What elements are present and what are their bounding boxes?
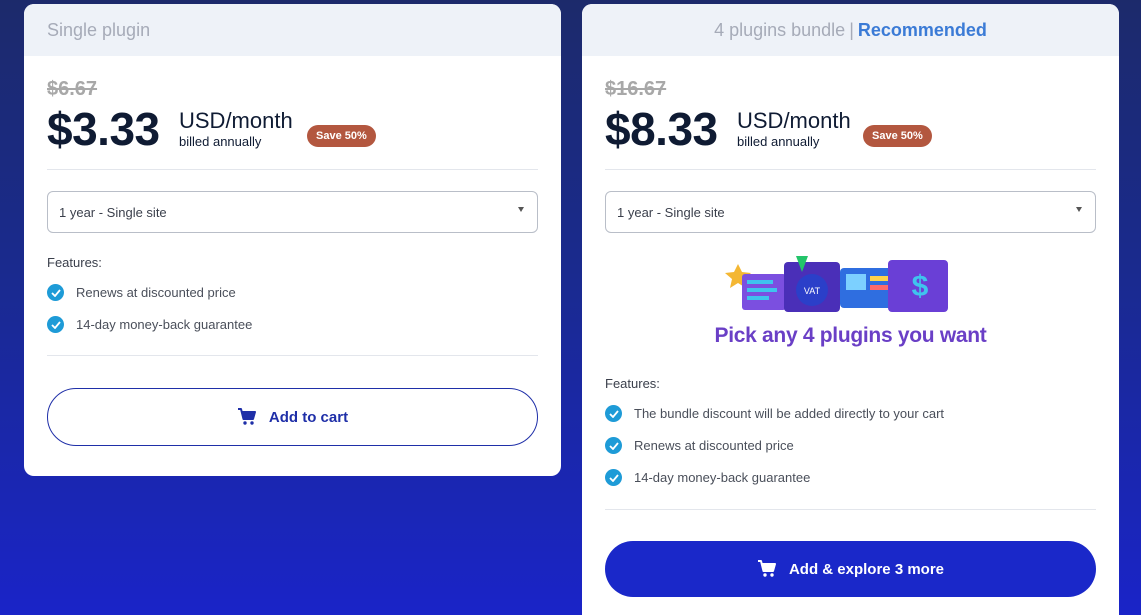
divider xyxy=(605,509,1096,510)
save-badge: Save 50% xyxy=(307,125,376,147)
cart-icon xyxy=(757,560,777,578)
card-header: 4 plugins bundle | Recommended xyxy=(582,4,1119,56)
features-label: Features: xyxy=(605,376,660,391)
promo-title: Pick any 4 plugins you want xyxy=(714,324,987,347)
bundle-card: 4 plugins bundle | Recommended $16.67 $8… xyxy=(582,4,1119,615)
current-price: $8.33 xyxy=(605,103,718,155)
cart-icon xyxy=(237,408,257,426)
license-select[interactable]: 1 year - Single site xyxy=(605,191,1096,233)
billing-period: billed annually xyxy=(179,134,262,149)
feature-item: Renews at discounted price xyxy=(605,437,794,454)
feature-item: Renews at discounted price xyxy=(47,284,236,301)
chevron-down-icon xyxy=(1076,207,1082,212)
license-select-value: 1 year - Single site xyxy=(59,204,167,220)
single-plugin-card: Single plugin $6.67 $3.33 USD/month bill… xyxy=(24,4,561,476)
feature-text: Renews at discounted price xyxy=(634,438,794,453)
feature-text: Renews at discounted price xyxy=(76,285,236,300)
check-circle-icon xyxy=(605,437,622,454)
check-circle-icon xyxy=(47,316,64,333)
save-badge: Save 50% xyxy=(863,125,932,147)
original-price: $16.67 xyxy=(605,78,667,100)
feature-text: 14-day money-back guarantee xyxy=(76,317,253,332)
plan-title: Single plugin xyxy=(47,19,151,40)
feature-text: 14-day money-back guarantee xyxy=(634,470,811,485)
header-separator: | xyxy=(849,19,854,40)
divider xyxy=(47,169,538,170)
license-select[interactable]: 1 year - Single site xyxy=(47,191,538,233)
chevron-down-icon xyxy=(518,207,524,212)
svg-text:VAT: VAT xyxy=(804,286,821,296)
price-unit: USD/month xyxy=(737,108,851,133)
divider xyxy=(605,169,1096,170)
feature-item: 14-day money-back guarantee xyxy=(605,469,810,486)
recommended-label: Recommended xyxy=(857,19,987,40)
original-price: $6.67 xyxy=(47,78,98,100)
check-circle-icon xyxy=(605,469,622,486)
add-and-explore-button[interactable]: Add & explore 3 more xyxy=(605,541,1096,597)
license-select-value: 1 year - Single site xyxy=(617,204,725,220)
features-label: Features: xyxy=(47,255,102,270)
price-unit: USD/month xyxy=(179,108,293,133)
current-price: $3.33 xyxy=(47,103,160,155)
billing-period: billed annually xyxy=(737,134,820,149)
feature-text: The bundle discount will be added direct… xyxy=(634,406,945,421)
check-circle-icon xyxy=(47,284,64,301)
check-circle-icon xyxy=(605,405,622,422)
svg-text:$: $ xyxy=(912,270,929,303)
add-to-cart-label: Add to cart xyxy=(268,408,349,426)
add-to-cart-button[interactable]: Add to cart xyxy=(47,388,538,446)
add-and-explore-label: Add & explore 3 more xyxy=(788,560,945,578)
feature-item: 14-day money-back guarantee xyxy=(47,316,252,333)
feature-item: The bundle discount will be added direct… xyxy=(605,405,944,422)
plan-title: 4 plugins bundle xyxy=(714,19,846,40)
divider xyxy=(47,355,538,356)
plugins-illustration: VAT $ xyxy=(720,252,952,319)
card-header: Single plugin xyxy=(24,4,561,56)
